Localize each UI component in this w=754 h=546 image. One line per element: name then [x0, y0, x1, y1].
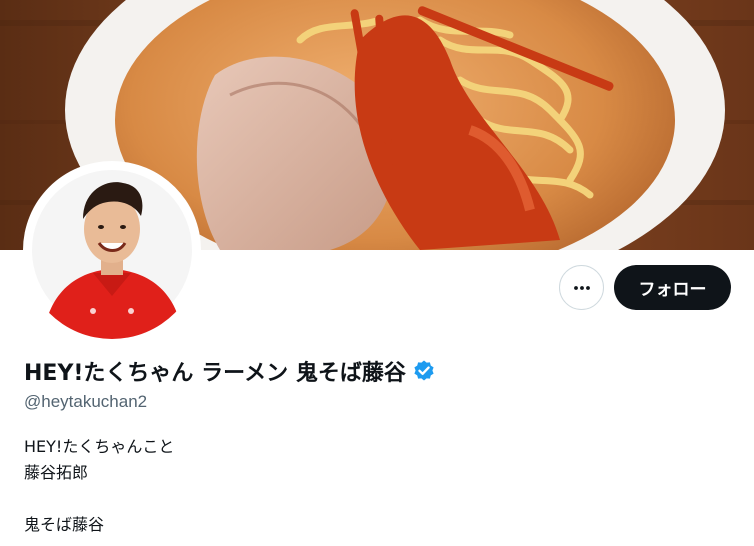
follow-button-label: フォロー — [638, 280, 707, 300]
verified-badge-icon[interactable] — [412, 359, 436, 383]
bio-line: 鬼そば藤谷 — [24, 515, 105, 534]
profile-photo — [32, 170, 192, 339]
profile-bio: HEY!たくちゃんこと 藤谷拓郎 鬼そば藤谷 — [24, 434, 174, 538]
more-options-button[interactable] — [559, 265, 604, 310]
bio-spacer — [24, 486, 174, 512]
more-horizontal-icon — [573, 285, 590, 290]
avatar[interactable] — [23, 161, 201, 339]
follow-button[interactable]: フォロー — [614, 265, 731, 310]
bio-line: HEY!たくちゃんこと — [24, 437, 175, 456]
bio-line: 藤谷拓郎 — [24, 463, 89, 482]
display-name: HEY!たくちゃん ラーメン 鬼そば藤谷 — [24, 361, 406, 386]
username-handle: @heytakuchan2 — [24, 392, 148, 411]
display-name-row: HEY!たくちゃん ラーメン 鬼そば藤谷 — [24, 353, 436, 389]
